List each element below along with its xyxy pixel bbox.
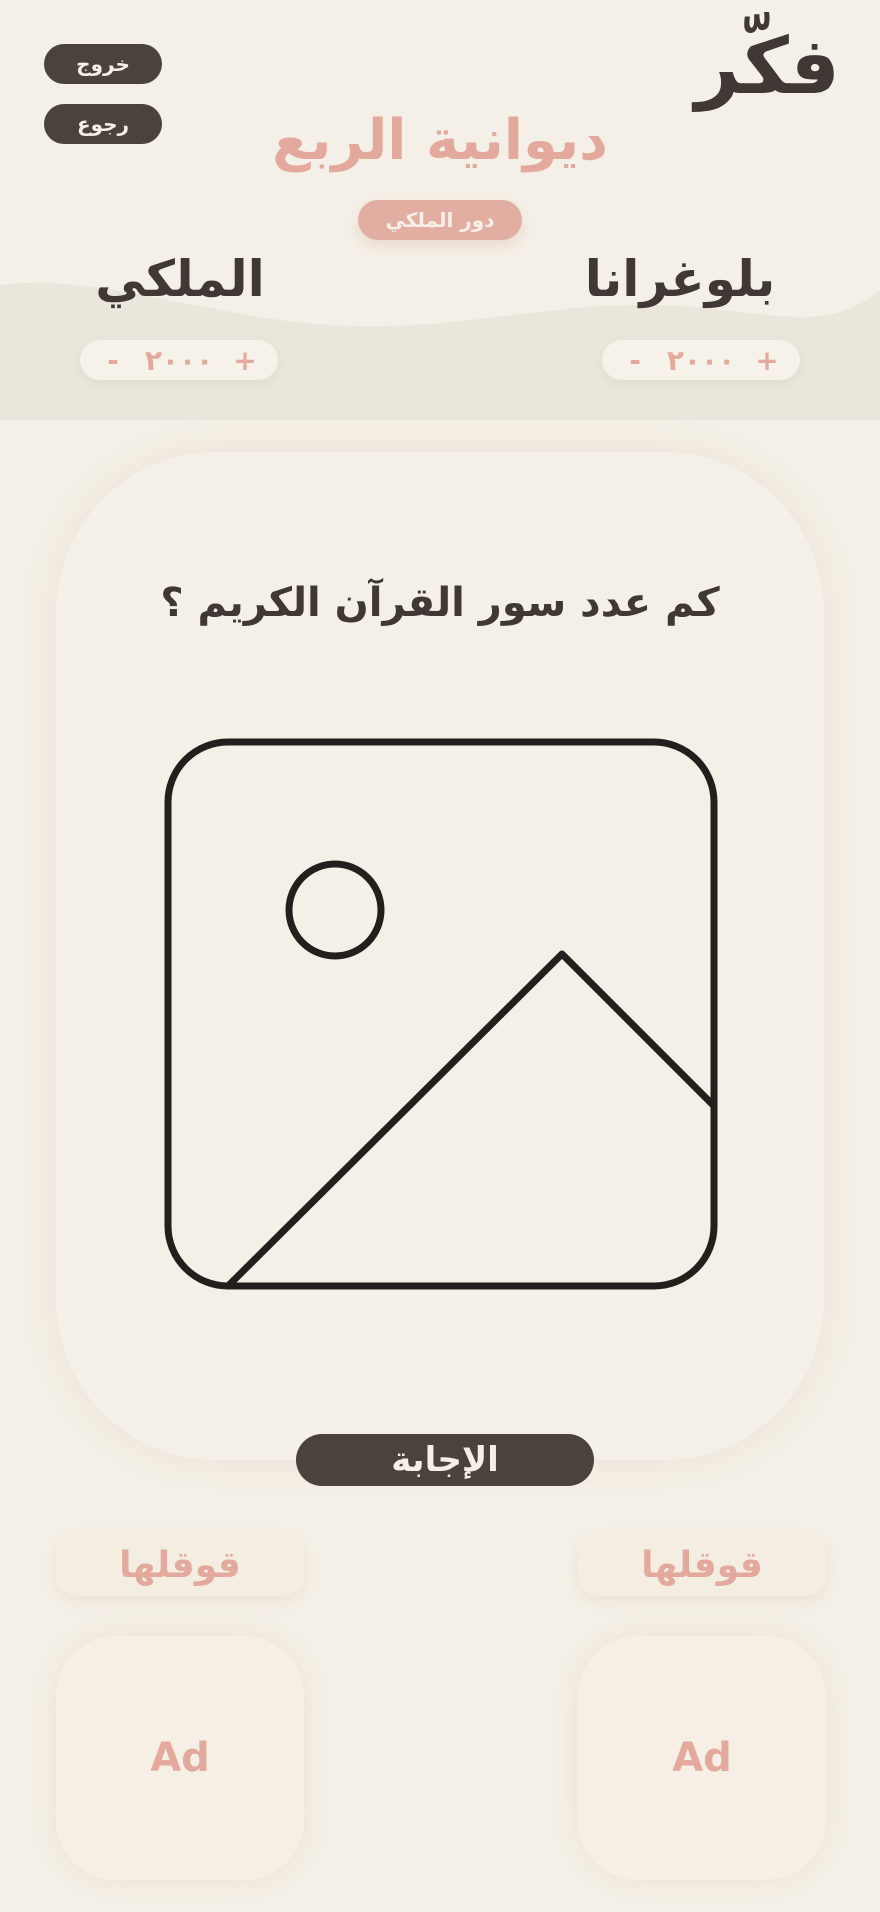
team-left-score-control: - ٢٠٠٠ + [80, 340, 278, 380]
turn-badge: دور الملكي [358, 200, 522, 240]
team-right-score-control: - ٢٠٠٠ + [602, 340, 800, 380]
score-increase-button[interactable]: + [230, 344, 260, 377]
image-placeholder-icon [164, 738, 718, 1290]
team-name-right: بلوغرانا [584, 250, 776, 308]
game-title: ديوانية الربع [272, 108, 608, 173]
google-it-button-right[interactable]: قوقلها [578, 1534, 826, 1596]
score-decrease-button[interactable]: - [98, 344, 128, 377]
team-name-left: الملكي [95, 250, 265, 308]
question-text: كم عدد سور القرآن الكريم ؟ [160, 580, 720, 626]
google-it-button-left[interactable]: قوقلها [56, 1534, 304, 1596]
score-increase-button[interactable]: + [752, 344, 782, 377]
ad-banner-right[interactable]: Ad [578, 1636, 826, 1880]
answer-button[interactable]: الإجابة [296, 1434, 594, 1486]
exit-button[interactable]: خروج [44, 44, 162, 84]
app-logo: فكّر [695, 22, 842, 112]
score-value: ٢٠٠٠ [144, 343, 214, 377]
ad-banner-left[interactable]: Ad [56, 1636, 304, 1880]
score-value: ٢٠٠٠ [666, 343, 736, 377]
score-decrease-button[interactable]: - [620, 344, 650, 377]
